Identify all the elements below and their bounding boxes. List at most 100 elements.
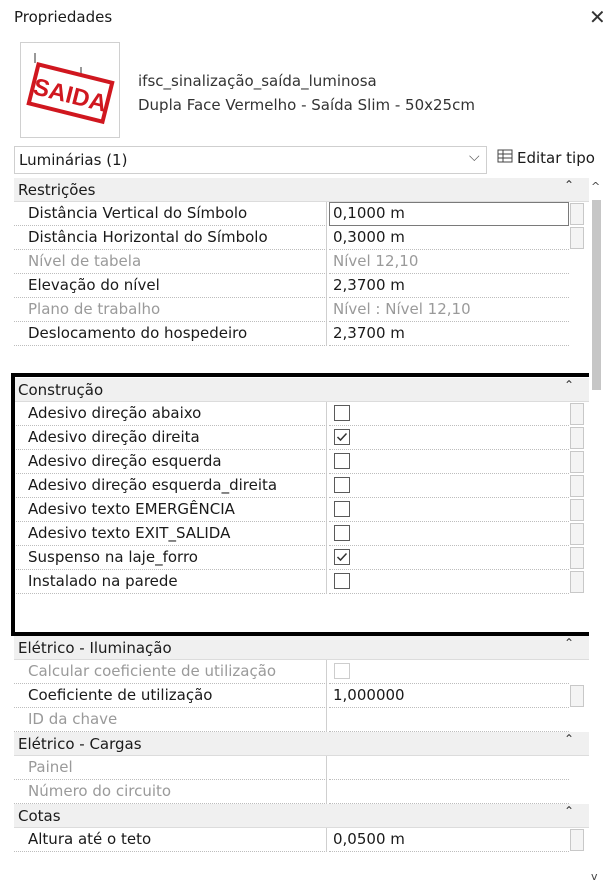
property-row[interactable]: Adesivo direção abaixo bbox=[14, 402, 589, 426]
property-value[interactable] bbox=[329, 570, 569, 594]
row-button[interactable] bbox=[570, 685, 584, 707]
category-cotas[interactable]: Cotas ⌃ bbox=[14, 804, 589, 828]
close-icon[interactable]: ✕ bbox=[589, 5, 603, 29]
property-value[interactable] bbox=[329, 450, 569, 474]
vertical-scrollbar[interactable]: ^ v bbox=[589, 178, 603, 888]
category-label: Cotas bbox=[18, 807, 61, 825]
property-name: Número do circuito bbox=[14, 780, 327, 804]
chevron-up-icon[interactable]: ⌃ bbox=[564, 378, 574, 392]
property-value bbox=[329, 756, 569, 780]
property-row: Nível de tabela Nível 12,10 bbox=[14, 250, 589, 274]
property-name: Adesivo direção abaixo bbox=[14, 402, 327, 426]
instance-filter-dropdown[interactable]: Luminárias (1) ⌵ bbox=[14, 146, 487, 174]
property-value[interactable]: 0,1000 m bbox=[329, 202, 569, 226]
property-name: Painel bbox=[14, 756, 327, 780]
property-name: Suspenso na laje_forro bbox=[14, 546, 327, 570]
property-row[interactable]: Suspenso na laje_forro bbox=[14, 546, 589, 570]
property-value[interactable]: 1,000000 bbox=[329, 684, 569, 708]
edit-type-button[interactable]: Editar tipo bbox=[497, 148, 595, 174]
property-row: Número do circuito bbox=[14, 780, 589, 804]
category-label: Construção bbox=[18, 381, 104, 399]
property-value[interactable]: 0,0500 m bbox=[329, 828, 569, 852]
checkbox[interactable] bbox=[334, 501, 350, 517]
edit-type-icon bbox=[497, 148, 513, 168]
row-button[interactable] bbox=[570, 227, 584, 249]
value-text: 0,1000 m bbox=[333, 204, 405, 222]
property-row[interactable]: Adesivo texto EMERGÊNCIA bbox=[14, 498, 589, 522]
row-button[interactable] bbox=[570, 523, 584, 545]
checkbox[interactable] bbox=[334, 453, 350, 469]
property-value: Nível 12,10 bbox=[329, 250, 569, 274]
chevron-up-icon[interactable]: ⌃ bbox=[564, 178, 574, 192]
property-value[interactable] bbox=[329, 498, 569, 522]
category-construcao[interactable]: Construção ⌃ bbox=[14, 378, 589, 402]
property-value[interactable] bbox=[329, 546, 569, 570]
row-button[interactable] bbox=[570, 547, 584, 569]
scrollbar-thumb[interactable] bbox=[592, 200, 601, 390]
property-value[interactable] bbox=[329, 426, 569, 450]
property-row: Plano de trabalho Nível : Nível 12,10 bbox=[14, 298, 589, 322]
scroll-up-icon[interactable]: ^ bbox=[591, 180, 600, 193]
row-button[interactable] bbox=[570, 475, 584, 497]
check-icon bbox=[336, 432, 348, 442]
property-row[interactable]: Adesivo direção direita bbox=[14, 426, 589, 450]
property-row[interactable]: Coeficiente de utilização 1,000000 bbox=[14, 684, 589, 708]
property-value[interactable]: 2,3700 m bbox=[329, 322, 569, 346]
property-name: Plano de trabalho bbox=[14, 298, 327, 322]
property-name: Instalado na parede bbox=[14, 570, 327, 594]
property-row[interactable]: Adesivo texto EXIT_SALIDA bbox=[14, 522, 589, 546]
property-name: Deslocamento do hospedeiro bbox=[14, 322, 327, 346]
property-name: Distância Horizontal do Símbolo bbox=[14, 226, 327, 250]
property-value[interactable] bbox=[329, 474, 569, 498]
row-button[interactable] bbox=[570, 499, 584, 521]
family-name: ifsc_sinalização_saída_luminosa bbox=[138, 72, 377, 90]
category-label: Restrições bbox=[18, 181, 96, 199]
property-value bbox=[329, 780, 569, 804]
property-value: Nível : Nível 12,10 bbox=[329, 298, 569, 322]
properties-titlebar: Propriedades ✕ bbox=[0, 0, 603, 36]
property-row[interactable]: Instalado na parede bbox=[14, 570, 589, 594]
row-button[interactable] bbox=[570, 571, 584, 593]
chevron-up-icon[interactable]: ⌃ bbox=[564, 732, 574, 746]
property-name: Adesivo direção esquerda bbox=[14, 450, 327, 474]
type-selector[interactable]: SAIDA ifsc_sinalização_saída_luminosa Du… bbox=[14, 38, 603, 138]
property-row: ID da chave bbox=[14, 708, 589, 732]
checkbox-checked[interactable] bbox=[334, 429, 350, 445]
scroll-down-icon[interactable]: v bbox=[591, 870, 598, 883]
property-row[interactable]: Deslocamento do hospedeiro 2,3700 m bbox=[14, 322, 589, 346]
checkbox[interactable] bbox=[334, 477, 350, 493]
row-button[interactable] bbox=[570, 829, 584, 851]
property-value[interactable] bbox=[329, 402, 569, 426]
property-row: Painel bbox=[14, 756, 589, 780]
property-row[interactable]: Distância Vertical do Símbolo 0,1000 m bbox=[14, 202, 589, 226]
property-row[interactable]: Altura até o teto 0,0500 m bbox=[14, 828, 589, 852]
category-restricoes[interactable]: Restrições ⌃ bbox=[14, 178, 589, 202]
checkbox[interactable] bbox=[334, 525, 350, 541]
chevron-down-icon[interactable]: ⌵ bbox=[469, 149, 480, 165]
property-name: ID da chave bbox=[14, 708, 327, 732]
checkbox[interactable] bbox=[334, 573, 350, 589]
row-button[interactable] bbox=[570, 427, 584, 449]
property-value[interactable]: 0,3000 m bbox=[329, 226, 569, 250]
row-button[interactable] bbox=[570, 451, 584, 473]
property-value[interactable]: 2,3700 m bbox=[329, 274, 569, 298]
chevron-up-icon[interactable]: ⌃ bbox=[564, 804, 574, 818]
property-value[interactable] bbox=[329, 522, 569, 546]
property-row[interactable]: Adesivo direção esquerda_direita bbox=[14, 474, 589, 498]
property-row[interactable]: Distância Horizontal do Símbolo 0,3000 m bbox=[14, 226, 589, 250]
property-name: Coeficiente de utilização bbox=[14, 684, 327, 708]
property-row[interactable]: Adesivo direção esquerda bbox=[14, 450, 589, 474]
chevron-up-icon[interactable]: ⌃ bbox=[564, 636, 574, 650]
property-value bbox=[329, 708, 569, 732]
row-button[interactable] bbox=[570, 203, 584, 225]
property-row[interactable]: Elevação do nível 2,3700 m bbox=[14, 274, 589, 298]
type-name: Dupla Face Vermelho - Saída Slim - 50x25… bbox=[138, 96, 475, 114]
row-button[interactable] bbox=[570, 403, 584, 425]
category-eletrico-cargas[interactable]: Elétrico - Cargas ⌃ bbox=[14, 732, 589, 756]
category-eletrico-iluminacao[interactable]: Elétrico - Iluminação ⌃ bbox=[14, 636, 589, 660]
checkbox[interactable] bbox=[334, 405, 350, 421]
property-value bbox=[329, 660, 569, 684]
checkbox-checked[interactable] bbox=[334, 549, 350, 565]
type-thumbnail: SAIDA bbox=[20, 42, 120, 138]
property-name: Distância Vertical do Símbolo bbox=[14, 202, 327, 226]
